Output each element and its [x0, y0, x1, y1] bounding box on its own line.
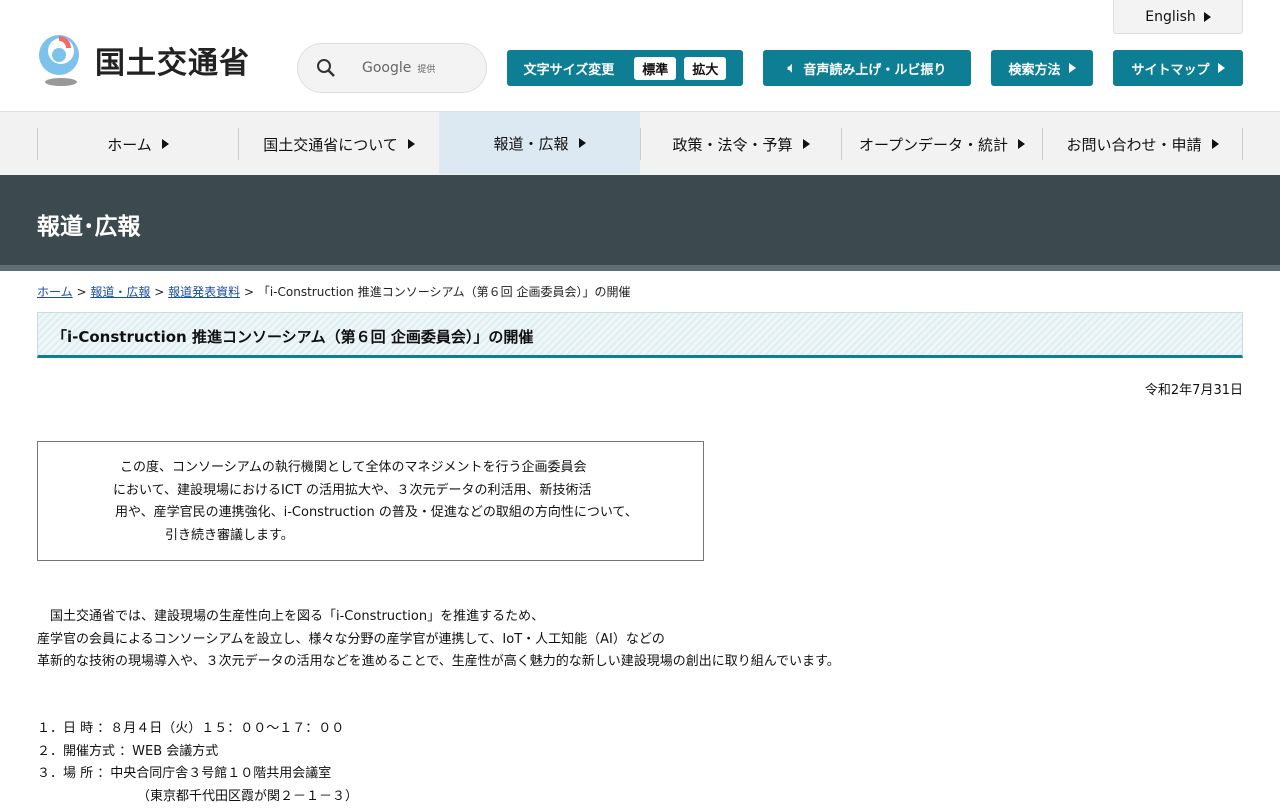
english-link[interactable]: English [1113, 0, 1243, 34]
speech-label: 音声読み上げ・ルビ振り [803, 59, 946, 78]
detail-format: ２．開催方式 ：WEB 会議方式 [37, 741, 358, 764]
logo-text: 国土交通省 [95, 38, 250, 82]
breadcrumb-sep: > [244, 285, 254, 299]
font-standard-button[interactable]: 標準 [634, 57, 676, 80]
publish-date: 令和2年7月31日 [1145, 379, 1243, 398]
nav-open-data[interactable]: オープンデータ・統計 [841, 128, 1042, 160]
page-title: 「i-Construction 推進コンソーシアム（第６回 企画委員会）」の開催 [37, 312, 1243, 358]
arrow-right-icon [1204, 12, 1211, 22]
nav-label: オープンデータ・統計 [859, 134, 1008, 155]
breadcrumb-sep: > [76, 285, 86, 299]
nav-label: ホーム [107, 134, 152, 155]
sitemap-button[interactable]: サイトマップ [1113, 50, 1243, 86]
breadcrumb-press[interactable]: 報道・広報 [90, 285, 150, 299]
arrow-right-icon [408, 139, 415, 149]
breadcrumb-current: 「i-Construction 推進コンソーシアム（第６回 企画委員会）」の開催 [258, 285, 631, 299]
provided-label: 提供 [417, 65, 435, 75]
detail-address: （東京都千代田区霞が関２－１－３） [37, 786, 358, 808]
details-list: １．日 時 ：８月４日（火）１５：００～１７：００ ２．開催方式 ：WEB 会議… [37, 718, 358, 808]
speaker-icon: 🔈︎ [788, 61, 796, 76]
body-line: 国土交通省では、建設現場の生産性向上を図る「i-Construction」を推進… [37, 606, 840, 629]
search-icon[interactable] [316, 58, 336, 78]
nav-label: 国土交通省について [263, 134, 398, 155]
summary-line: 引き続き審議します。 [38, 525, 703, 548]
nav-policy[interactable]: 政策・法令・予算 [640, 128, 841, 160]
nav-label: 政策・法令・予算 [672, 134, 792, 155]
summary-line: この度、コンソーシアムの執行機関として全体のマネジメントを行う企画委員会 [38, 457, 703, 480]
arrow-right-icon [1218, 63, 1225, 73]
search-method-label: 検索方法 [1008, 59, 1060, 78]
detail-datetime: １．日 時 ：８月４日（火）１５：００～１７：００ [37, 718, 358, 741]
sitemap-label: サイトマップ [1131, 59, 1209, 78]
arrow-right-icon [803, 139, 810, 149]
mlit-logo-icon [37, 33, 85, 87]
nav-home[interactable]: ホーム [37, 128, 238, 160]
summary-line: 用や、産学官民の連携強化、i-Construction の普及・促進などの取組の… [38, 502, 703, 525]
logo[interactable]: 国土交通省 [37, 33, 250, 87]
breadcrumb: ホーム > 報道・広報 > 報道発表資料 > 「i-Construction 推… [37, 283, 630, 300]
nav-label: お問い合わせ・申請 [1066, 134, 1201, 155]
search-method-button[interactable]: 検索方法 [991, 50, 1093, 86]
summary-box: この度、コンソーシアムの執行機関として全体のマネジメントを行う企画委員会 におい… [37, 441, 704, 561]
font-size-label: 文字サイズ変更 [524, 59, 615, 78]
font-size-control: 文字サイズ変更 標準 拡大 [507, 50, 743, 86]
nav-about[interactable]: 国土交通省について [238, 128, 439, 160]
detail-place: ３．場 所 ：中央合同庁舎３号館１０階共用会議室 [37, 763, 358, 786]
arrow-right-icon [1212, 139, 1219, 149]
arrow-right-icon [1018, 139, 1025, 149]
breadcrumb-sep: > [154, 285, 164, 299]
nav-contact[interactable]: お問い合わせ・申請 [1042, 128, 1243, 160]
global-nav: ホーム 国土交通省について 報道・広報 政策・法令・予算 オープンデータ・統計 … [0, 111, 1280, 175]
font-large-button[interactable]: 拡大 [684, 57, 726, 80]
arrow-right-icon [579, 138, 586, 148]
body-line: 革新的な技術の現場導入や、３次元データの活用などを進めることで、生産性が高く魅力… [37, 651, 840, 674]
body-text: 国土交通省では、建設現場の生産性向上を図る「i-Construction」を推進… [37, 606, 840, 674]
arrow-right-icon [1069, 63, 1076, 73]
google-label: Google [362, 60, 411, 76]
speech-button[interactable]: 🔈︎ 音声読み上げ・ルビ振り [763, 50, 971, 86]
search-box[interactable]: Google 提供 [297, 43, 487, 93]
nav-press[interactable]: 報道・広報 [439, 112, 640, 174]
breadcrumb-releases[interactable]: 報道発表資料 [168, 285, 240, 299]
arrow-right-icon [162, 139, 169, 149]
section-banner: 報道･広報 [0, 175, 1280, 271]
body-line: 産学官の会員によるコンソーシアムを設立し、様々な分野の産学官が連携して、IoT・… [37, 629, 840, 652]
nav-label: 報道・広報 [493, 133, 568, 154]
breadcrumb-home[interactable]: ホーム [37, 285, 73, 299]
english-label: English [1145, 9, 1196, 25]
summary-line: において、建設現場におけるICT の活用拡大や、３次元データの利活用、新技術活 [38, 480, 703, 503]
